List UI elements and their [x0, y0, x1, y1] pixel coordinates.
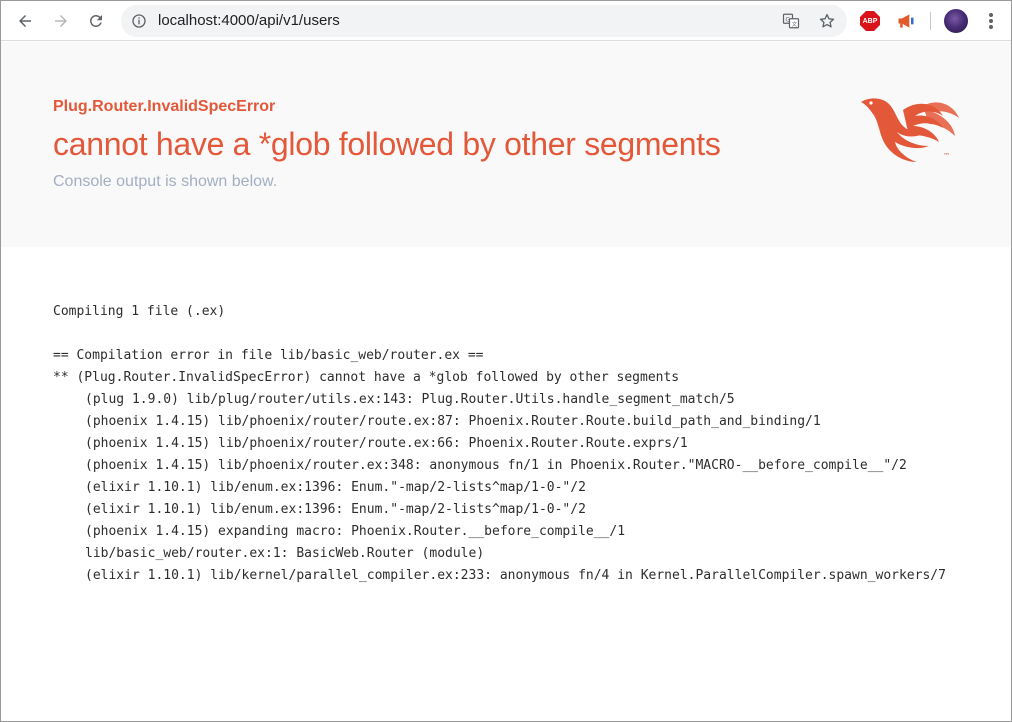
- console-line: lib/basic_web/router.ex:1: BasicWeb.Rout…: [85, 546, 485, 561]
- console-line: (elixir 1.10.1) lib/kernel/parallel_comp…: [85, 568, 946, 583]
- adblock-extension[interactable]: ABP: [859, 10, 881, 32]
- address-bar[interactable]: localhost:4000/api/v1/users G 文: [121, 5, 847, 37]
- back-button[interactable]: [11, 7, 39, 35]
- console-output: Compiling 1 file (.ex) == Compilation err…: [53, 301, 946, 587]
- console-line: (phoenix 1.4.15) lib/phoenix/router.ex:3…: [85, 458, 907, 473]
- reload-button[interactable]: [82, 7, 110, 35]
- toolbar-divider: [930, 12, 931, 30]
- console-line: (phoenix 1.4.15) lib/phoenix/router/rout…: [85, 436, 688, 451]
- error-banner: Plug.Router.InvalidSpecError cannot have…: [1, 42, 1011, 247]
- forward-arrow-icon: [55, 15, 67, 27]
- exception-name: Plug.Router.InvalidSpecError: [53, 98, 276, 115]
- console-line: Compiling 1 file (.ex): [53, 304, 226, 319]
- bookmark-button[interactable]: [817, 11, 837, 31]
- translate-button[interactable]: G 文: [781, 11, 801, 31]
- megaphone-extension[interactable]: [895, 10, 917, 32]
- browser-toolbar: localhost:4000/api/v1/users G 文 ABP: [1, 1, 1011, 41]
- console-line: (plug 1.9.0) lib/plug/router/utils.ex:14…: [85, 392, 735, 407]
- console-line: (phoenix 1.4.15) expanding macro: Phoeni…: [85, 524, 626, 539]
- error-message: cannot have a *glob followed by other se…: [53, 126, 721, 162]
- svg-text:™: ™: [943, 152, 950, 160]
- phoenix-logo: ™: [861, 98, 959, 162]
- url-text[interactable]: localhost:4000/api/v1/users: [158, 12, 340, 29]
- forward-button[interactable]: [47, 7, 75, 35]
- console-line: (elixir 1.10.1) lib/enum.ex:1396: Enum."…: [85, 480, 586, 495]
- console-line: (phoenix 1.4.15) lib/phoenix/router/rout…: [85, 414, 821, 429]
- info-icon[interactable]: [131, 13, 147, 29]
- reload-icon: [89, 14, 102, 27]
- error-subtitle: Console output is shown below.: [53, 173, 278, 190]
- star-icon: [819, 13, 835, 28]
- svg-text:G: G: [785, 16, 790, 23]
- console-line: == Compilation error in file lib/basic_w…: [53, 348, 484, 363]
- more-vert-icon[interactable]: [983, 11, 999, 31]
- abp-icon: ABP: [860, 11, 880, 31]
- avatar[interactable]: [944, 9, 968, 33]
- browser-window: localhost:4000/api/v1/users G 文 ABP Plug…: [0, 0, 1012, 722]
- console-line: ** (Plug.Router.InvalidSpecError) cannot…: [53, 370, 680, 385]
- back-arrow-icon: [19, 15, 31, 27]
- translate-icon: G 文: [782, 13, 800, 29]
- console-line: (elixir 1.10.1) lib/enum.ex:1396: Enum."…: [85, 502, 586, 517]
- megaphone-icon: [898, 14, 914, 28]
